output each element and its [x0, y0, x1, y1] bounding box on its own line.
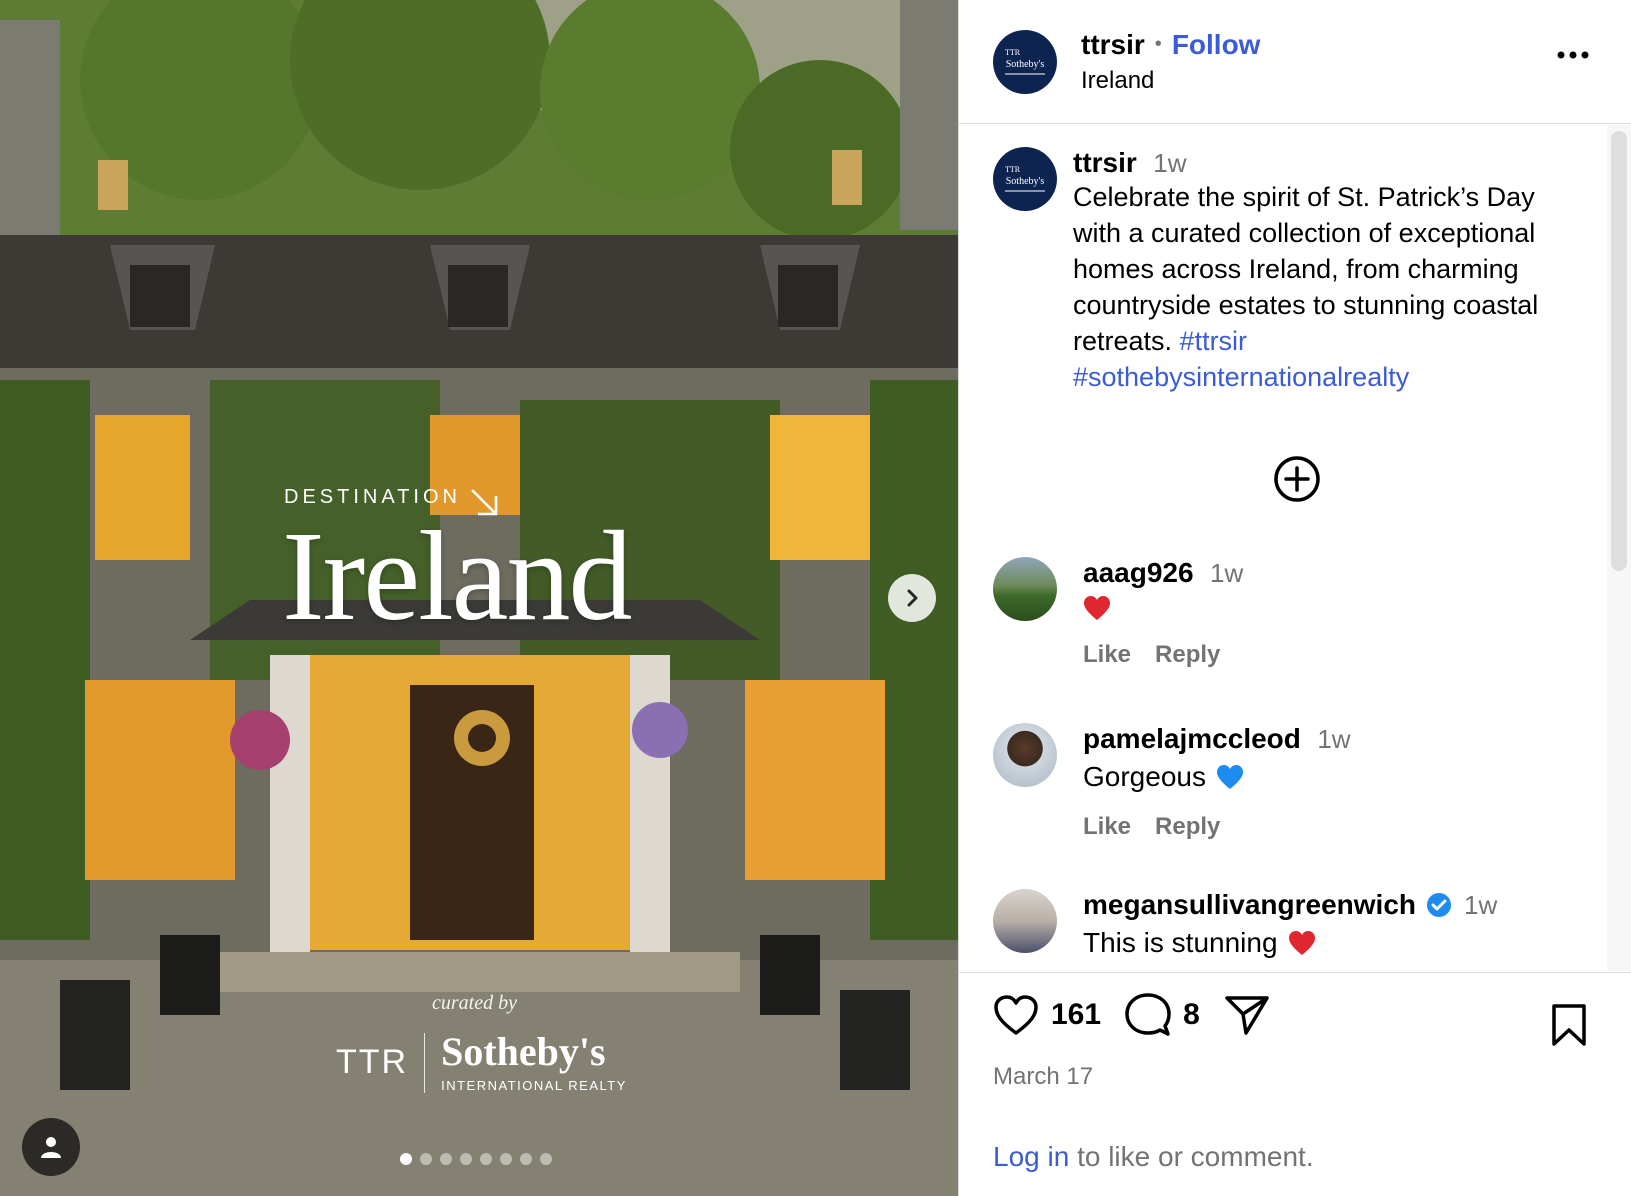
carousel-dot: [460, 1153, 472, 1165]
comment-time: 1w: [1317, 724, 1351, 754]
login-prompt-text: to like or comment.: [1069, 1141, 1314, 1172]
overlay-brand-sub: INTERNATIONAL REALTY: [441, 1078, 627, 1093]
caption-row: TTR Sotheby's ttrsir 1w Celebrate the sp…: [993, 147, 1573, 395]
carousel-next-button[interactable]: [888, 574, 936, 622]
carousel-dot: [540, 1153, 552, 1165]
like-comment-button[interactable]: Like: [1083, 641, 1131, 669]
comment-row: pamelajmccleod 1w Gorgeous Like Reply: [993, 723, 1351, 841]
follow-button[interactable]: Follow: [1172, 29, 1261, 61]
login-prompt: Log in to like or comment.: [993, 1141, 1314, 1173]
carousel-dot: [520, 1153, 532, 1165]
hashtag-link[interactable]: #ttrsir: [1180, 326, 1248, 356]
like-count[interactable]: 161: [1051, 998, 1101, 1032]
carousel-dot: [500, 1153, 512, 1165]
comment-username[interactable]: megansullivangreenwich: [1083, 889, 1416, 921]
heart-icon[interactable]: [993, 994, 1039, 1036]
comments-section[interactable]: TTR Sotheby's ttrsir 1w Celebrate the sp…: [959, 125, 1631, 971]
avatar-divider: [1005, 190, 1045, 192]
comment-count[interactable]: 8: [1183, 998, 1200, 1032]
overlay-title: Ireland: [282, 505, 632, 647]
avatar[interactable]: [993, 889, 1057, 953]
comment-actions: Like Reply: [1083, 813, 1351, 841]
tagged-users-button[interactable]: [22, 1118, 80, 1176]
comment-actions: Like Reply: [1083, 641, 1243, 669]
post-viewer: DESTINATION Ireland curated by TTR Sothe…: [0, 0, 1631, 1196]
comment-text: [1083, 595, 1243, 621]
user-icon: [41, 1137, 61, 1158]
reply-button[interactable]: Reply: [1155, 641, 1220, 669]
scrollbar-thumb[interactable]: [1611, 131, 1627, 571]
avatar-text-main: Sotheby's: [1005, 176, 1045, 187]
post-side-panel: TTR Sotheby's ttrsir • Follow Ireland TT…: [958, 0, 1631, 1196]
verified-badge-icon: [1427, 893, 1451, 917]
overlay-brand-logo: TTR Sotheby's INTERNATIONAL REALTY: [336, 1029, 627, 1094]
carousel-dot: [440, 1153, 452, 1165]
chevron-right-icon: [907, 589, 918, 607]
carousel-dot: [480, 1153, 492, 1165]
post-date: March 17: [993, 1063, 1094, 1090]
comment-body: Gorgeous: [1083, 761, 1206, 792]
caption-text: Celebrate the spirit of St. Patrick’s Da…: [1073, 179, 1573, 395]
like-comment-button[interactable]: Like: [1083, 813, 1131, 841]
post-actions: 161 8: [993, 993, 1270, 1037]
avatar-text-top: TTR: [1005, 165, 1021, 174]
bookmark-icon[interactable]: [1551, 1003, 1587, 1047]
comment-icon[interactable]: [1125, 993, 1171, 1037]
avatar-text-top: TTR: [1005, 47, 1021, 57]
red-heart-icon: [1084, 596, 1110, 620]
avatar[interactable]: [993, 557, 1057, 621]
login-link[interactable]: Log in: [993, 1141, 1069, 1172]
caption-time: 1w: [1153, 148, 1187, 178]
overlay-curated-label: curated by: [432, 992, 517, 1014]
comment-text: Gorgeous: [1083, 761, 1351, 793]
comment-time: 1w: [1464, 889, 1498, 920]
avatar-divider: [1005, 72, 1045, 75]
carousel-dot: [420, 1153, 432, 1165]
header-username[interactable]: ttrsir: [1081, 29, 1145, 61]
share-icon[interactable]: [1224, 994, 1270, 1036]
reply-button[interactable]: Reply: [1155, 813, 1220, 841]
avatar[interactable]: TTR Sotheby's: [993, 29, 1057, 94]
avatar[interactable]: TTR Sotheby's: [993, 147, 1057, 211]
avatar[interactable]: [993, 723, 1057, 787]
overlay-brand-name: Sotheby's: [441, 1029, 606, 1074]
hashtag-link[interactable]: #sothebysinternationalrealty: [1073, 362, 1409, 392]
post-footer: 161 8 March 17 Log in to like or comment…: [959, 972, 1631, 1196]
comment-text: This is stunning: [1083, 927, 1497, 959]
red-heart-icon: [1288, 931, 1315, 955]
comment-body: This is stunning: [1083, 927, 1278, 958]
overlay-brand-ttr: TTR: [336, 1032, 426, 1093]
avatar-text-main: Sotheby's: [1005, 58, 1045, 70]
comment-username[interactable]: pamelajmccleod: [1083, 723, 1301, 754]
comment-row: megansullivangreenwich 1w This is stunni…: [993, 889, 1497, 959]
carousel-indicator: [400, 1153, 552, 1165]
post-media[interactable]: DESTINATION Ireland curated by TTR Sothe…: [0, 0, 958, 1196]
caption-username[interactable]: ttrsir: [1073, 147, 1137, 178]
post-header: TTR Sotheby's ttrsir • Follow Ireland: [959, 0, 1631, 124]
blue-heart-icon: [1216, 765, 1243, 789]
add-icon[interactable]: [1273, 455, 1321, 503]
header-location[interactable]: Ireland: [1081, 67, 1260, 95]
header-separator: •: [1154, 33, 1162, 55]
caption-body: Celebrate the spirit of St. Patrick’s Da…: [1073, 182, 1539, 356]
comment-time: 1w: [1210, 558, 1244, 588]
comment-username[interactable]: aaag926: [1083, 557, 1194, 588]
carousel-dot: [400, 1153, 412, 1165]
comment-row: aaag926 1w Like Reply: [993, 557, 1243, 669]
more-options-icon[interactable]: [1557, 50, 1589, 60]
